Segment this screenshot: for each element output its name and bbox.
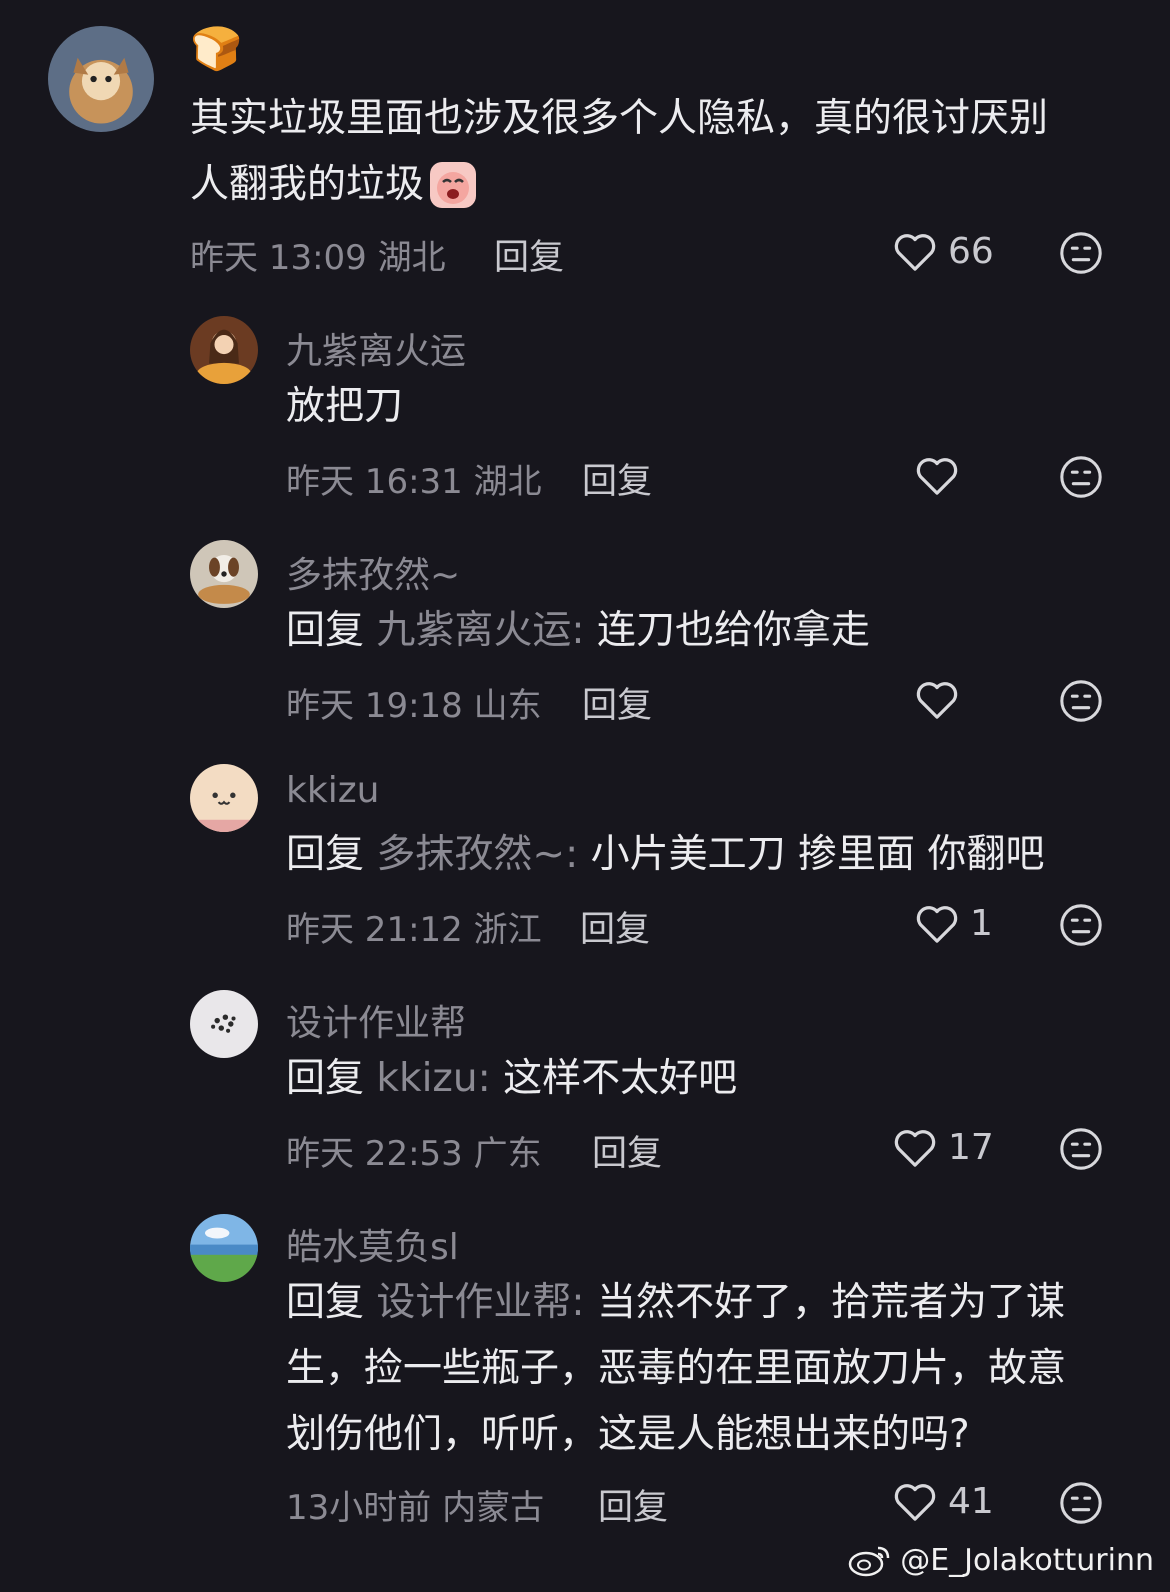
avatar[interactable] <box>48 26 154 132</box>
comment-meta: 昨天 13:09 湖北 <box>190 230 446 279</box>
reply-prefix: 回复 <box>286 1280 365 1325</box>
comment-meta: 昨天 21:12 浙江 <box>286 902 542 951</box>
comment-time: 昨天 16:31 <box>286 462 463 502</box>
meh-face-icon[interactable] <box>1058 230 1104 276</box>
like-count: 66 <box>948 230 994 272</box>
like-button[interactable]: 41 <box>892 1480 994 1522</box>
comment-time: 13小时前 <box>286 1488 432 1528</box>
reply-button[interactable]: 回复 <box>592 1125 662 1176</box>
like-count: 17 <box>948 1126 994 1168</box>
comment-text-line: 人翻我的垃圾 <box>190 162 425 207</box>
reply-to-username[interactable]: 九紫离火运: <box>376 608 584 653</box>
reply-body: 当然不好了，拾荒者为了谋 <box>584 1280 1065 1325</box>
comment-text-line: 其实垃圾里面也涉及很多个人隐私，真的很讨厌别 <box>190 96 1049 141</box>
avatar[interactable] <box>190 1214 258 1282</box>
like-button[interactable]: 17 <box>892 1126 994 1168</box>
watermark: @E_Jolakotturinn <box>848 1542 1154 1578</box>
reply-prefix: 回复 <box>286 608 365 653</box>
reply-to-username[interactable]: 设计作业帮: <box>376 1280 584 1325</box>
meh-face-icon[interactable] <box>1058 1480 1104 1526</box>
comment-username[interactable]: 九紫离火运 <box>286 322 466 374</box>
reply-body: 小片美工刀 掺里面 你翻吧 <box>578 832 1045 877</box>
like-count: 1 <box>970 902 993 944</box>
reply-to-username[interactable]: kkizu: <box>376 1056 490 1101</box>
like-button[interactable]: 66 <box>892 230 994 272</box>
like-button[interactable] <box>914 678 970 720</box>
like-count: 41 <box>948 1480 994 1522</box>
comment-username[interactable]: kkizu <box>286 770 379 811</box>
comment-meta: 昨天 19:18 山东 <box>286 678 542 727</box>
heart-outline-icon <box>916 458 958 495</box>
reply-prefix: 回复 <box>286 832 365 877</box>
avatar[interactable] <box>190 316 258 384</box>
reply-button[interactable]: 回复 <box>580 901 650 952</box>
comment-location: 广东 <box>473 1134 542 1174</box>
like-button[interactable] <box>914 454 970 496</box>
crying-face-icon <box>428 160 478 210</box>
like-button[interactable]: 1 <box>914 902 993 944</box>
heart-outline-icon <box>894 1484 936 1521</box>
weibo-logo-icon <box>848 1546 890 1577</box>
comment-location: 浙江 <box>473 910 542 950</box>
meh-face-icon[interactable] <box>1058 902 1104 948</box>
comment-username[interactable]: 皓水莫负sl <box>286 1218 459 1270</box>
comment-username[interactable]: 🍞 <box>190 24 242 74</box>
watermark-text: @E_Jolakotturinn <box>900 1542 1154 1578</box>
heart-outline-icon <box>916 906 958 943</box>
comment-location: 湖北 <box>377 238 446 278</box>
comment-text: 回复 设计作业帮: 当然不好了，拾荒者为了谋 生，捡一些瓶子，恶毒的在里面放刀片… <box>286 1270 1066 1468</box>
reply-button[interactable]: 回复 <box>582 677 652 728</box>
comment-text-line: 生，捡一些瓶子，恶毒的在里面放刀片，故意 <box>286 1346 1067 1391</box>
comment-text: 放把刀 <box>286 384 404 429</box>
comment-username[interactable]: 多抹孜然~ <box>286 546 460 598</box>
meh-face-icon[interactable] <box>1058 678 1104 724</box>
heart-outline-icon <box>894 1130 936 1167</box>
reply-prefix: 回复 <box>286 1056 365 1101</box>
comment-location: 山东 <box>473 686 542 726</box>
comment-text: 回复 多抹孜然~: 小片美工刀 掺里面 你翻吧 <box>286 822 1044 888</box>
meh-face-icon[interactable] <box>1058 454 1104 500</box>
avatar[interactable] <box>190 764 258 832</box>
heart-outline-icon <box>916 682 958 719</box>
reply-button[interactable]: 回复 <box>494 229 564 280</box>
comment-meta: 昨天 16:31 湖北 <box>286 454 542 503</box>
reply-body: 连刀也给你拿走 <box>584 608 870 653</box>
comment-text: 其实垃圾里面也涉及很多个人隐私，真的很讨厌别 人翻我的垃圾 <box>190 86 1048 218</box>
comment-meta: 13小时前 内蒙古 <box>286 1480 544 1529</box>
avatar[interactable] <box>190 540 258 608</box>
reply-to-username[interactable]: 多抹孜然~: <box>376 832 578 877</box>
heart-outline-icon <box>894 234 936 271</box>
comment-time: 昨天 22:53 <box>286 1134 463 1174</box>
comment-location: 湖北 <box>473 462 542 502</box>
reply-button[interactable]: 回复 <box>598 1479 668 1530</box>
comment-text: 回复 九紫离火运: 连刀也给你拿走 <box>286 598 870 664</box>
reply-button[interactable]: 回复 <box>582 453 652 504</box>
comment-meta: 昨天 22:53 广东 <box>286 1126 542 1175</box>
reply-body: 这样不太好吧 <box>490 1056 738 1101</box>
meh-face-icon[interactable] <box>1058 1126 1104 1172</box>
comment-location: 内蒙古 <box>442 1488 545 1528</box>
avatar[interactable] <box>190 990 258 1058</box>
comment-time: 昨天 13:09 <box>190 238 367 278</box>
comment-time: 昨天 21:12 <box>286 910 463 950</box>
comment-text: 回复 kkizu: 这样不太好吧 <box>286 1046 737 1112</box>
comment-time: 昨天 19:18 <box>286 686 463 726</box>
comment-username[interactable]: 设计作业帮 <box>286 994 466 1046</box>
comment-text-line: 划伤他们，听听，这是人能想出来的吗? <box>286 1412 970 1457</box>
